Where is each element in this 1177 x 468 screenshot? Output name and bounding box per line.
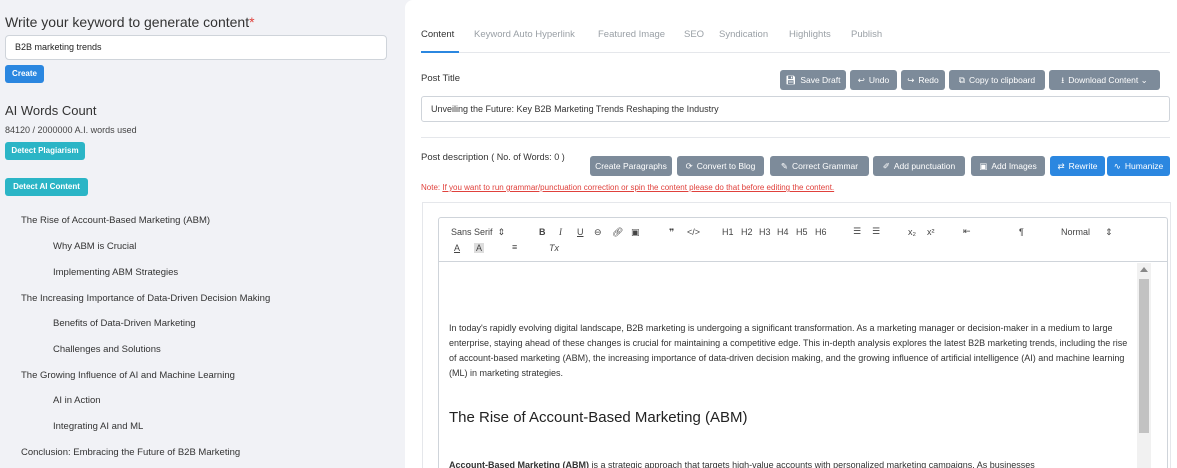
keyword-panel: Write your keyword to generate content* …: [0, 0, 397, 468]
h4-button[interactable]: H4: [777, 227, 789, 237]
pulse-icon: ∿: [1113, 161, 1121, 171]
editor-scrollbar[interactable]: [1137, 263, 1151, 468]
image-icon: ▣: [979, 161, 988, 171]
copy-icon: ⧉: [958, 75, 965, 85]
add-images-button[interactable]: ▣ Add Images: [971, 156, 1045, 176]
clear-format-button[interactable]: Tx: [549, 243, 559, 253]
outline-item[interactable]: Benefits of Data-Driven Marketing: [53, 318, 196, 329]
convert-icon: ⟳: [685, 161, 693, 171]
outline-item[interactable]: Integrating AI and ML: [53, 421, 143, 432]
save-draft-button[interactable]: 💾︎ Save Draft: [780, 70, 846, 90]
code-button[interactable]: </>: [687, 227, 700, 237]
italic-button[interactable]: I: [559, 227, 562, 237]
quote-button[interactable]: ❞: [669, 227, 674, 238]
ai-words-used: 84120 / 2000000 A.I. words used: [5, 125, 137, 135]
superscript-button[interactable]: x²: [927, 227, 935, 237]
link-icon[interactable]: 🔗︎: [612, 227, 623, 238]
post-title-label: Post Title: [421, 73, 461, 84]
tab-content[interactable]: Content: [421, 29, 454, 40]
download-content-button[interactable]: ⭳ Download Content ⌄: [1049, 70, 1160, 90]
editor-content[interactable]: In today's rapidly evolving digital land…: [439, 263, 1137, 468]
editing-note: Note: If you want to run grammar/punctua…: [421, 183, 835, 192]
keyword-title: Write your keyword to generate content*: [5, 14, 255, 30]
tab-bar: Content Keyword Auto Hyperlink Featured …: [421, 25, 1170, 53]
copy-clipboard-button[interactable]: ⧉ Copy to clipboard: [949, 70, 1045, 90]
outline-item[interactable]: Challenges and Solutions: [53, 344, 161, 355]
ordered-list-icon[interactable]: ☰: [853, 226, 861, 237]
font-family-select[interactable]: Sans Serif ⇕: [451, 227, 505, 238]
editor-panel: Content Keyword Auto Hyperlink Featured …: [405, 0, 1177, 468]
outline-item[interactable]: Implementing ABM Strategies: [53, 267, 178, 278]
content-heading: The Rise of Account-Based Marketing (ABM…: [449, 409, 748, 426]
underline-button[interactable]: U: [577, 227, 584, 237]
editor-toolbar: Sans Serif ⇕ B I U ⊖ 🔗︎ ▣ ❞ </> H1 H2 H3…: [439, 218, 1167, 262]
font-size-select[interactable]: Normal ⇕: [1061, 227, 1113, 238]
outline-item[interactable]: The Increasing Importance of Data-Driven…: [21, 293, 270, 304]
humanize-button[interactable]: ∿ Humanize: [1107, 156, 1170, 176]
outline-item[interactable]: The Growing Influence of AI and Machine …: [21, 370, 235, 381]
tab-seo[interactable]: SEO: [684, 29, 704, 40]
rewrite-icon: ⇄: [1057, 161, 1065, 171]
keyword-input[interactable]: B2B marketing trends: [5, 35, 387, 60]
rewrite-button[interactable]: ⇄ Rewrite: [1050, 156, 1105, 176]
text-direction-icon[interactable]: ¶: [1019, 227, 1024, 237]
undo-button[interactable]: ↩ Undo: [850, 70, 897, 90]
tab-publish[interactable]: Publish: [851, 29, 882, 40]
bullet-list-icon[interactable]: ☰: [872, 226, 880, 237]
download-icon: ⭳: [1061, 75, 1065, 85]
tab-highlights[interactable]: Highlights: [789, 29, 831, 40]
divider: [421, 137, 1170, 138]
pen-icon: ✐: [882, 161, 890, 171]
required-mark: *: [249, 14, 255, 30]
post-description-label: Post description ( No. of Words: 0 ): [421, 152, 565, 163]
active-tab-indicator: [421, 51, 459, 53]
strikethrough-icon[interactable]: ⊖: [594, 227, 602, 238]
indent-icon[interactable]: ⇤: [963, 226, 971, 237]
ai-words-title: AI Words Count: [5, 103, 97, 118]
create-paragraphs-button[interactable]: Create Paragraphs: [590, 156, 672, 176]
outline-item[interactable]: AI in Action: [53, 395, 101, 406]
bold-button[interactable]: B: [539, 227, 546, 237]
scroll-thumb[interactable]: [1139, 279, 1149, 433]
align-icon[interactable]: ≡: [512, 242, 517, 252]
tab-keyword-auto-hyperlink[interactable]: Keyword Auto Hyperlink: [474, 29, 575, 40]
save-icon: 💾︎: [785, 75, 797, 85]
chevron-down-icon: ⌄: [1140, 75, 1148, 85]
h1-button[interactable]: H1: [722, 227, 734, 237]
outline-item[interactable]: The Rise of Account-Based Marketing (ABM…: [21, 215, 210, 226]
outline-item[interactable]: Why ABM is Crucial: [53, 241, 136, 252]
tab-syndication[interactable]: Syndication: [719, 29, 768, 40]
image-icon[interactable]: ▣: [631, 227, 640, 238]
create-button[interactable]: Create: [5, 65, 44, 83]
tab-featured-image[interactable]: Featured Image: [598, 29, 665, 40]
detect-plagiarism-button[interactable]: Detect Plagiarism: [5, 142, 85, 160]
text-color-button[interactable]: A: [454, 243, 460, 253]
correct-grammar-button[interactable]: ✎ Correct Grammar: [770, 156, 869, 176]
h2-button[interactable]: H2: [741, 227, 753, 237]
h5-button[interactable]: H5: [796, 227, 808, 237]
abm-paragraph: Account-Based Marketing (ABM) is a strat…: [449, 460, 1035, 468]
h3-button[interactable]: H3: [759, 227, 771, 237]
undo-icon: ↩: [857, 75, 865, 85]
post-title-input[interactable]: Unveiling the Future: Key B2B Marketing …: [421, 96, 1170, 122]
detect-ai-content-button[interactable]: Detect AI Content: [5, 178, 88, 196]
redo-button[interactable]: ↪ Redo: [901, 70, 945, 90]
h6-button[interactable]: H6: [815, 227, 827, 237]
outline-item[interactable]: Conclusion: Embracing the Future of B2B …: [21, 447, 240, 458]
scroll-up-icon[interactable]: [1140, 267, 1148, 272]
intro-paragraph: In today's rapidly evolving digital land…: [449, 323, 1128, 378]
background-color-button[interactable]: A: [474, 243, 485, 253]
edit-icon: ✎: [780, 161, 788, 171]
rich-text-editor: Sans Serif ⇕ B I U ⊖ 🔗︎ ▣ ❞ </> H1 H2 H3…: [438, 217, 1168, 468]
convert-to-blog-button[interactable]: ⟳ Convert to Blog: [677, 156, 764, 176]
redo-icon: ↪: [907, 75, 915, 85]
add-punctuation-button[interactable]: ✐ Add punctuation: [873, 156, 965, 176]
subscript-button[interactable]: x₂: [908, 227, 916, 237]
